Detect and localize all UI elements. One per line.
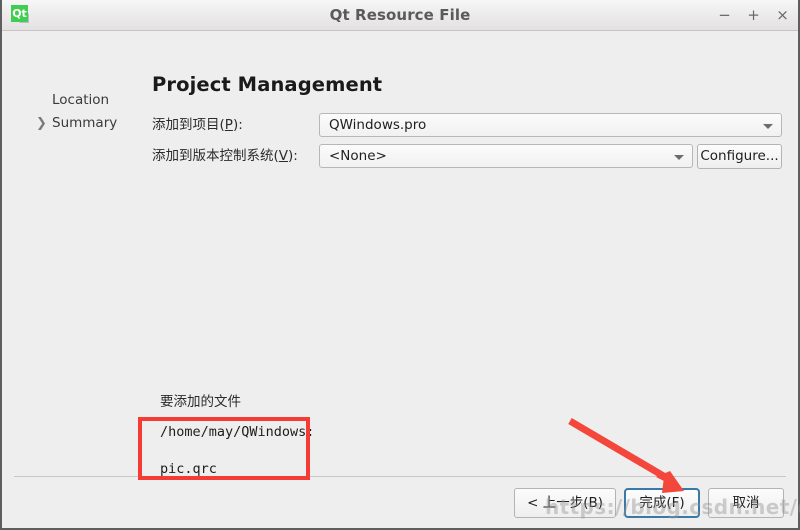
window-controls: − + ×: [717, 0, 790, 30]
maximize-button[interactable]: +: [746, 5, 761, 24]
configure-button[interactable]: Configure...: [697, 144, 782, 169]
dialog-content: Location ❯ Summary Project Management 添加…: [2, 31, 798, 528]
add-to-project-accel: P: [224, 117, 233, 133]
chevron-right-icon: ❯: [36, 116, 47, 131]
add-to-project-row: 添加到项目(P): QWindows.pro: [152, 113, 782, 137]
add-to-project-value: QWindows.pro: [329, 117, 427, 133]
files-to-add-path: /home/may/QWindows:: [160, 424, 315, 440]
screenshot-root: Qt Qt Resource File − + × Location ❯ Sum…: [0, 0, 800, 530]
sidebar-item-location[interactable]: Location: [52, 92, 109, 110]
back-button[interactable]: < 上一步(B): [514, 488, 616, 518]
close-button[interactable]: ×: [775, 5, 790, 24]
add-to-project-combobox[interactable]: QWindows.pro: [319, 113, 782, 137]
add-to-vcs-label-pre: 添加到版本控制系统(: [152, 148, 279, 164]
add-to-vcs-value: <None>: [329, 148, 387, 164]
add-to-project-label: 添加到项目(P):: [152, 113, 243, 137]
qt-resource-file-dialog: Qt Qt Resource File − + × Location ❯ Sum…: [0, 0, 800, 530]
add-to-project-label-post: ):: [232, 117, 243, 133]
list-item: pic.qrc: [160, 461, 217, 477]
add-to-vcs-row: 添加到版本控制系统(V): <None> Configure...: [152, 144, 782, 169]
maximize-icon: +: [747, 5, 760, 24]
title-bar: Qt Qt Resource File − + ×: [2, 0, 798, 31]
sidebar-item-summary[interactable]: Summary: [52, 115, 117, 133]
window-title: Qt Resource File: [329, 6, 471, 24]
add-to-vcs-label: 添加到版本控制系统(V):: [152, 144, 298, 168]
minimize-icon: −: [718, 5, 731, 24]
wizard-sidebar: Location ❯ Summary: [2, 31, 135, 528]
add-to-project-label-pre: 添加到项目(: [152, 117, 225, 133]
page-title: Project Management: [152, 73, 383, 96]
minimize-button[interactable]: −: [717, 5, 732, 24]
finish-button[interactable]: 完成(F): [624, 488, 700, 518]
add-to-vcs-combobox[interactable]: <None>: [319, 144, 693, 168]
files-to-add-heading: 要添加的文件: [160, 394, 241, 410]
dialog-button-bar: < 上一步(B) 完成(F) 取消: [514, 487, 784, 519]
add-to-vcs-label-post: ):: [288, 148, 298, 164]
chevron-down-icon: [763, 124, 773, 129]
close-icon: ×: [776, 5, 789, 24]
cancel-button[interactable]: 取消: [708, 488, 784, 518]
add-to-vcs-accel: V: [278, 148, 289, 164]
chevron-down-icon: [674, 155, 684, 160]
footer-separator: [14, 476, 786, 477]
